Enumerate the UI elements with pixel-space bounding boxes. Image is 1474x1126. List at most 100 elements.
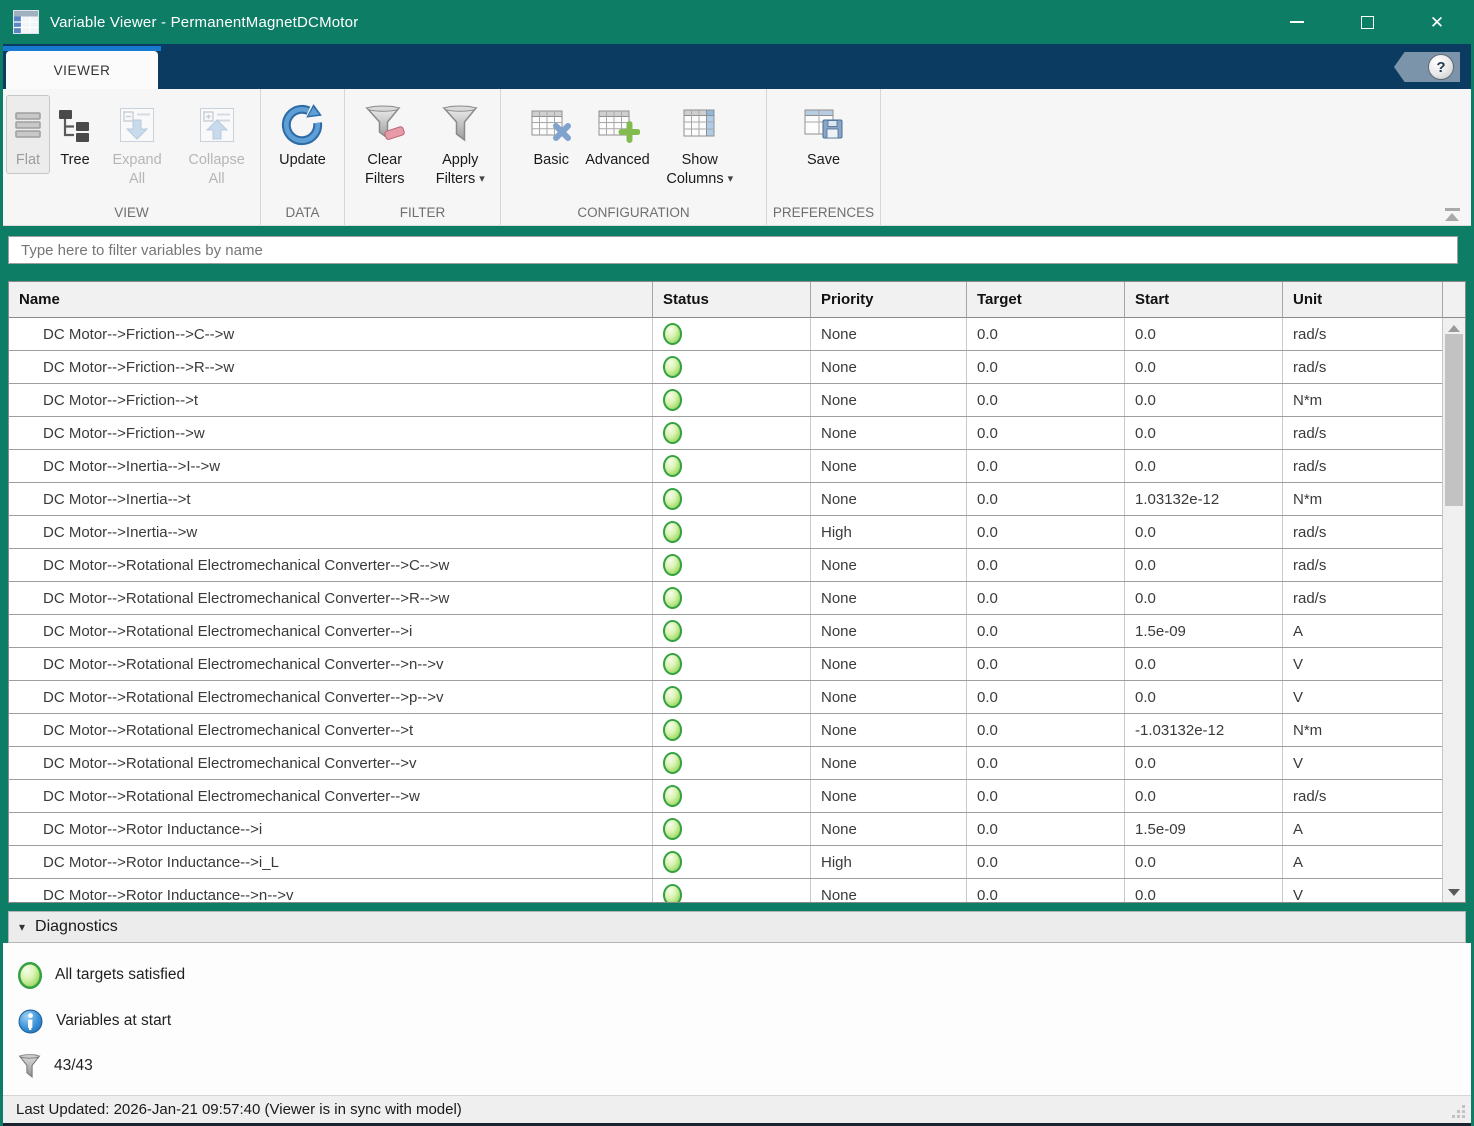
cell-name: DC Motor-->Rotational Electromechanical … <box>9 714 653 746</box>
filter-variables-input[interactable] <box>8 236 1458 264</box>
tree-button[interactable]: Tree <box>52 95 98 174</box>
scroll-down-button[interactable] <box>1443 882 1465 902</box>
cell-name: DC Motor-->Rotor Inductance-->i <box>9 813 653 845</box>
save-button[interactable]: Save <box>797 95 851 174</box>
status-ok-icon <box>663 719 682 741</box>
clear-filters-button[interactable]: Clear Filters <box>348 95 422 193</box>
column-header-priority[interactable]: Priority <box>811 282 967 318</box>
cell-target: 0.0 <box>967 582 1125 614</box>
cell-status <box>653 549 811 581</box>
cell-status <box>653 351 811 383</box>
table-row[interactable]: DC Motor-->Friction-->w None 0.0 0.0 rad… <box>9 417 1465 450</box>
ribbon-toolbar: Flat Tree <box>3 89 1471 226</box>
table-row[interactable]: DC Motor-->Rotor Inductance-->n-->v None… <box>9 879 1465 902</box>
column-header-status[interactable]: Status <box>653 282 811 318</box>
minimize-button[interactable] <box>1262 0 1332 44</box>
cell-status <box>653 879 811 902</box>
status-ok-icon <box>663 620 682 642</box>
vertical-scrollbar[interactable] <box>1442 318 1465 902</box>
basic-label: Basic <box>534 151 569 170</box>
table-row[interactable]: DC Motor-->Rotational Electromechanical … <box>9 714 1465 747</box>
cell-name: DC Motor-->Rotational Electromechanical … <box>9 681 653 713</box>
column-header-name[interactable]: Name <box>9 282 653 318</box>
cell-status <box>653 516 811 548</box>
ribbon-section-filter: Clear Filters Apply Filters ▾ FILTER <box>345 89 501 225</box>
cell-status <box>653 813 811 845</box>
advanced-button[interactable]: Advanced <box>580 95 655 174</box>
save-label: Save <box>807 151 840 170</box>
table-row[interactable]: DC Motor-->Inertia-->I-->w None 0.0 0.0 … <box>9 450 1465 483</box>
close-button[interactable]: ✕ <box>1402 0 1472 44</box>
table-row[interactable]: DC Motor-->Rotor Inductance-->i_L High 0… <box>9 846 1465 879</box>
collapse-ribbon-button[interactable] <box>1443 208 1461 221</box>
table-row[interactable]: DC Motor-->Rotational Electromechanical … <box>9 549 1465 582</box>
cell-priority: None <box>811 681 967 713</box>
close-icon: ✕ <box>1430 14 1444 31</box>
table-row[interactable]: DC Motor-->Rotational Electromechanical … <box>9 780 1465 813</box>
cell-name: DC Motor-->Friction-->C-->w <box>9 318 653 350</box>
table-row[interactable]: DC Motor-->Rotational Electromechanical … <box>9 615 1465 648</box>
table-row[interactable]: DC Motor-->Friction-->C-->w None 0.0 0.0… <box>9 318 1465 351</box>
table-row[interactable]: DC Motor-->Rotational Electromechanical … <box>9 681 1465 714</box>
table-row[interactable]: DC Motor-->Rotor Inductance-->i None 0.0… <box>9 813 1465 846</box>
collapse-all-button[interactable]: Collapse All <box>176 95 257 193</box>
table-row[interactable]: DC Motor-->Rotational Electromechanical … <box>9 648 1465 681</box>
cell-target: 0.0 <box>967 516 1125 548</box>
show-columns-button[interactable]: Show Columns ▾ <box>657 95 743 193</box>
table-row[interactable]: DC Motor-->Friction-->t None 0.0 0.0 N*m <box>9 384 1465 417</box>
table-row[interactable]: DC Motor-->Rotational Electromechanical … <box>9 747 1465 780</box>
cell-unit: rad/s <box>1283 351 1443 383</box>
expand-all-button[interactable]: Expand All <box>100 95 174 193</box>
flat-button[interactable]: Flat <box>6 95 50 174</box>
cell-start: -1.03132e-12 <box>1125 714 1283 746</box>
cell-start: 1.5e-09 <box>1125 813 1283 845</box>
expand-all-label: Expand All <box>105 151 169 189</box>
status-ok-icon <box>663 686 682 708</box>
filter-icon <box>18 1054 41 1079</box>
tab-viewer[interactable]: VIEWER <box>6 51 158 89</box>
column-header-start[interactable]: Start <box>1125 282 1283 318</box>
apply-filters-button[interactable]: Apply Filters ▾ <box>424 95 498 193</box>
cell-start: 0.0 <box>1125 747 1283 779</box>
status-ok-icon <box>663 752 682 774</box>
status-ok-icon <box>663 587 682 609</box>
table-body: DC Motor-->Friction-->C-->w None 0.0 0.0… <box>9 318 1465 902</box>
cell-unit: A <box>1283 615 1443 647</box>
status-ok-icon <box>663 422 682 444</box>
diagnostics-header[interactable]: ▾ Diagnostics <box>8 911 1466 943</box>
maximize-button[interactable] <box>1332 0 1402 44</box>
diagnostics-panel <box>3 943 1471 1095</box>
diagnostics-collapse-icon: ▾ <box>19 920 25 934</box>
resize-grip[interactable] <box>1452 1105 1466 1119</box>
table-row[interactable]: DC Motor-->Inertia-->t None 0.0 1.03132e… <box>9 483 1465 516</box>
scrollbar-thumb[interactable] <box>1445 334 1463 506</box>
update-button[interactable]: Update <box>274 95 331 174</box>
cell-status <box>653 483 811 515</box>
cell-unit: rad/s <box>1283 549 1443 581</box>
status-ok-icon <box>663 884 682 902</box>
cell-priority: None <box>811 648 967 680</box>
show-columns-dropdown-icon: ▾ <box>728 172 734 186</box>
cell-unit: A <box>1283 813 1443 845</box>
table-row[interactable]: DC Motor-->Inertia-->w High 0.0 0.0 rad/… <box>9 516 1465 549</box>
basic-button[interactable]: Basic <box>524 95 578 174</box>
help-button[interactable]: ? <box>1394 52 1460 82</box>
cell-start: 1.03132e-12 <box>1125 483 1283 515</box>
cell-start: 0.0 <box>1125 384 1283 416</box>
cell-start: 0.0 <box>1125 846 1283 878</box>
cell-name: DC Motor-->Rotational Electromechanical … <box>9 549 653 581</box>
table-row[interactable]: DC Motor-->Rotational Electromechanical … <box>9 582 1465 615</box>
status-ok-icon <box>663 554 682 576</box>
cell-priority: None <box>811 483 967 515</box>
cell-unit: V <box>1283 648 1443 680</box>
tab-strip: VIEWER ? <box>3 44 1471 89</box>
basic-configuration-icon <box>529 99 573 151</box>
table-row[interactable]: DC Motor-->Friction-->R-->w None 0.0 0.0… <box>9 351 1465 384</box>
clear-filters-icon <box>364 99 406 151</box>
status-bar: Last Updated: 2026-Jan-21 09:57:40 (View… <box>3 1095 1471 1123</box>
cell-start: 0.0 <box>1125 681 1283 713</box>
cell-priority: None <box>811 813 967 845</box>
status-ok-icon <box>663 521 682 543</box>
column-header-target[interactable]: Target <box>967 282 1125 318</box>
column-header-unit[interactable]: Unit <box>1283 282 1443 318</box>
